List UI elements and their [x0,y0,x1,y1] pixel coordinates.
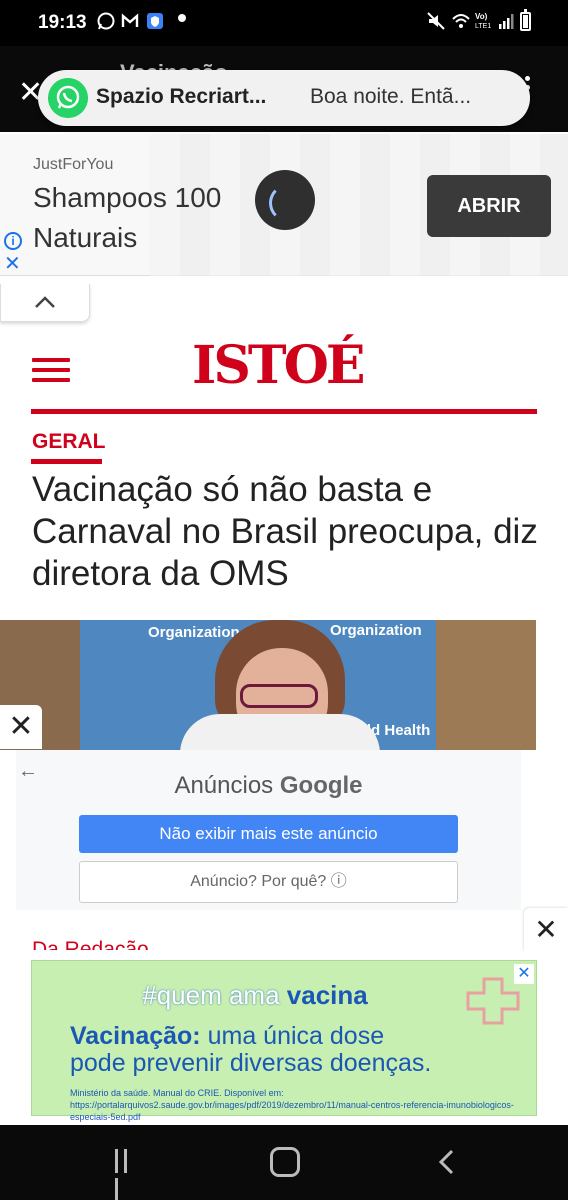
notification-sender: Spazio Recriart... [96,85,267,108]
close-ad-button[interactable]: ✕ [0,705,42,749]
header-divider [31,409,537,414]
article-headline: Vacinação só não basta e Carnaval no Bra… [32,470,538,593]
chevron-up-icon [35,296,55,308]
navigation-bar [0,1125,568,1200]
screen: 19:13 Vo) LTE1 ✕ Spazio Recriart... Boa … [0,0,568,1200]
section-tag[interactable]: GERAL [32,430,106,454]
photo-person-glasses [240,684,318,708]
menu-icon[interactable] [32,358,70,382]
ad-close-icon[interactable]: ✕ [4,254,21,274]
health-cross-icon [466,977,520,1025]
ad-text-line-2: pode prevenir diversas doenças. [70,1049,432,1077]
close-bottom-ad-button[interactable]: ✕ [524,908,568,952]
ad-brand: JustForYou [33,156,114,173]
whatsapp-icon [97,12,115,30]
google-ad-title-prefix: Anúncios [174,772,274,799]
google-ad-title-brand: Google [279,772,363,799]
photo-person-shirt [180,714,380,754]
ad-text-bold: Vacinação: [70,1022,201,1050]
whatsapp-logo-icon [48,78,88,118]
ad-text-line-1: Vacinação: uma única dose [70,1022,384,1051]
mute-icon [427,12,445,30]
site-logo[interactable]: ISTOÉ [192,336,366,396]
collapse-ad-button[interactable] [0,284,90,322]
section-underline [31,459,102,464]
photo-wall-right [436,620,536,750]
ad-hashtag-bold: vacina [286,980,368,1010]
battery-icon [520,9,531,31]
svg-text:LTE1: LTE1 [475,23,491,30]
recent-apps-icon[interactable] [115,1149,141,1200]
ad-hashtag-prefix: #quem ama [142,980,280,1010]
gmail-icon [121,13,139,27]
notification-bubble[interactable]: Spazio Recriart... Boa noite. Entã... [38,70,530,126]
notification-message: Boa noite. Entã... [310,85,472,108]
wifi-icon [452,14,470,28]
back-icon[interactable] [437,1149,455,1175]
ad-hashtag: #quem ama vacina [70,980,440,1011]
google-ad-title: Anúncios Google [16,772,521,800]
stop-ad-button[interactable]: Não exibir mais este anúncio [79,815,458,853]
ad-open-button[interactable]: ABRIR [427,175,551,237]
photo-text-2: Organization [330,622,422,639]
photo-text-1: Organization [148,624,240,641]
ad-info-icon[interactable]: i [4,232,22,250]
notification-dot [178,14,186,22]
loading-spinner-icon [255,170,315,230]
shield-icon [147,13,163,29]
ad-text-rest: uma única dose [207,1022,385,1050]
why-ad-button[interactable]: Anúncio? Por quê? ⓘ [79,861,458,903]
svg-text:Vo): Vo) [475,12,488,21]
signal-icon [499,14,514,29]
status-bar: 19:13 Vo) LTE1 [0,0,568,46]
ad-headline: Shampoos 100 Naturais [33,182,222,253]
ad-source-text: Ministério da saúde. Manual do CRIE. Dis… [70,1088,514,1122]
status-time: 19:13 [38,12,87,33]
home-icon[interactable] [270,1147,300,1177]
volte-icon: Vo) LTE1 [475,12,491,30]
